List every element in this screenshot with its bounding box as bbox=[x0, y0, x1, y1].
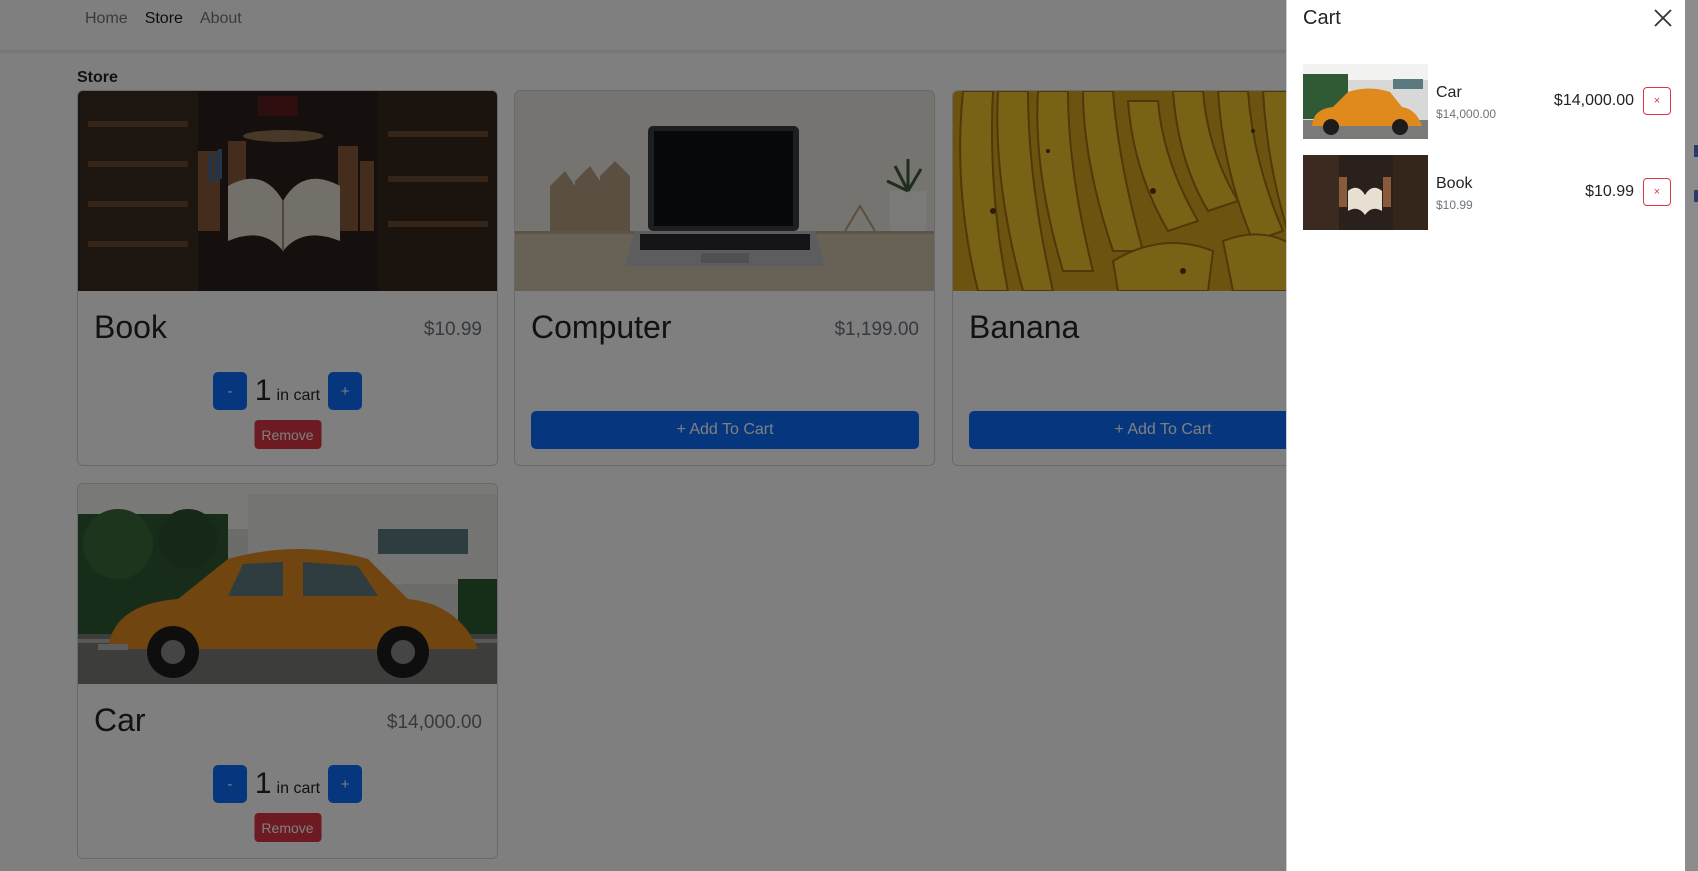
cart-item-name: Book bbox=[1436, 175, 1473, 192]
cart-item: Book $10.99 $10.99 × bbox=[1303, 155, 1671, 231]
close-icon[interactable] bbox=[1651, 6, 1675, 30]
cart-panel: Cart Car $14,000.00 $14,000.00 × Book $1… bbox=[1286, 0, 1685, 871]
cart-item-unit-price: $14,000.00 bbox=[1436, 107, 1497, 121]
page-edge-strip bbox=[1685, 0, 1698, 871]
edge-marker bbox=[1694, 190, 1698, 202]
edge-marker bbox=[1694, 145, 1698, 157]
cart-item-total: $14,000.00 bbox=[1553, 92, 1634, 109]
cart-item-remove-button[interactable]: × bbox=[1643, 178, 1671, 206]
cart-item-name: Car bbox=[1436, 84, 1462, 101]
cart-item-total: $10.99 bbox=[1585, 183, 1634, 200]
cart-item-thumbnail bbox=[1303, 64, 1428, 139]
cart-title: Cart bbox=[1303, 7, 1341, 29]
cart-item: Car $14,000.00 $14,000.00 × bbox=[1303, 64, 1671, 140]
cart-item-unit-price: $10.99 bbox=[1436, 198, 1473, 212]
cart-item-remove-button[interactable]: × bbox=[1643, 87, 1671, 115]
cart-item-thumbnail bbox=[1303, 155, 1428, 230]
